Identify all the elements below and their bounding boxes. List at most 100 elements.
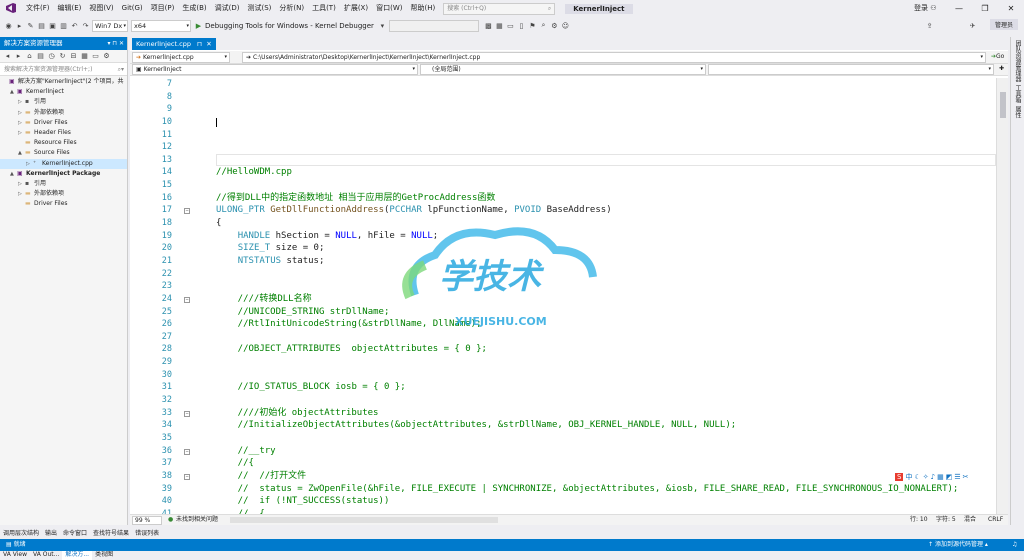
split-button[interactable]: ✚ bbox=[996, 64, 1008, 75]
menu-item[interactable]: 帮助(H) bbox=[406, 0, 439, 17]
code-line[interactable]: 15 bbox=[130, 179, 996, 192]
code-line[interactable]: 27 bbox=[130, 331, 996, 344]
code-line[interactable]: 36 − //__try bbox=[130, 445, 996, 458]
keyboard-icon[interactable]: ▦ bbox=[937, 473, 944, 481]
chevron-down-icon[interactable]: ▾ bbox=[378, 22, 387, 30]
ime-toolbar[interactable]: S 中 ☾ ✧ ♪ ▦ ◩ ☰ ✂ bbox=[895, 471, 970, 483]
search-input[interactable]: 搜索 (Ctrl+Q) ⌕ bbox=[443, 2, 556, 15]
menu-item[interactable]: 扩展(X) bbox=[340, 0, 372, 17]
code-line[interactable]: 8 bbox=[130, 91, 996, 104]
live-share-icon[interactable]: ⇪ bbox=[925, 22, 934, 30]
fold-toggle-icon[interactable]: − bbox=[184, 410, 190, 417]
menu-item[interactable]: 窗口(W) bbox=[372, 0, 406, 17]
file-select[interactable]: ➔ KernerlInject.cpp ▾ bbox=[132, 52, 230, 63]
save-all-icon[interactable]: ▥ bbox=[59, 22, 68, 30]
eol-indicator[interactable]: CRLF bbox=[988, 515, 1003, 525]
project-scope-select[interactable]: ▣ KernerlInject ▾ bbox=[132, 64, 418, 75]
code-line[interactable]: 10 bbox=[130, 116, 996, 129]
code-line[interactable]: 33 − ////初始化 objectAttributes bbox=[130, 407, 996, 420]
redo-icon[interactable]: ↷ bbox=[81, 22, 90, 30]
member-select[interactable]: ▾ bbox=[708, 64, 994, 75]
tools-icon[interactable]: ✂ bbox=[963, 473, 969, 481]
code-line[interactable]: 11 bbox=[130, 129, 996, 142]
explorer-search-input[interactable]: 搜索解决方案资源管理器(Ctrl+;) ⌕▾ bbox=[0, 63, 127, 76]
panel-buttons[interactable]: ▾ ⊓ ✕ bbox=[107, 37, 124, 50]
code-line[interactable]: 16 //得到DLL中的指定函数地址 相当于应用层的GetProcAddress函… bbox=[130, 192, 996, 205]
fold-toggle-icon[interactable]: − bbox=[184, 448, 190, 455]
code-line[interactable]: 34 //InitializeObjectAttributes(&objectA… bbox=[130, 419, 996, 432]
scrollbar-thumb[interactable] bbox=[1000, 92, 1006, 118]
expand-arrow-icon[interactable]: ▷ bbox=[18, 97, 25, 107]
code-line[interactable]: 22 bbox=[130, 268, 996, 281]
uncomment-icon[interactable]: ▯ bbox=[517, 22, 526, 30]
settings-icon[interactable]: ⚙ bbox=[550, 22, 559, 30]
side-tab[interactable]: 属性 bbox=[1013, 106, 1022, 118]
tree-item[interactable]: ▲ ▬ Source Files bbox=[0, 148, 127, 158]
voice-icon[interactable]: ♪ bbox=[931, 473, 935, 481]
refresh-icon[interactable]: ↻ bbox=[58, 52, 67, 60]
tree-item[interactable]: ▷ ▪ 引用 bbox=[0, 179, 127, 189]
tree-item[interactable]: ▬ Resource Files bbox=[0, 138, 127, 148]
menu-item[interactable]: 编辑(E) bbox=[54, 0, 86, 17]
zoom-select[interactable]: 99 % bbox=[132, 516, 162, 525]
panel-tab[interactable]: 解决方... bbox=[62, 550, 93, 560]
tree-item[interactable]: ▲ ▣ KernerlInject bbox=[0, 87, 127, 97]
code-line[interactable]: 29 bbox=[130, 356, 996, 369]
expand-arrow-icon[interactable]: ▷ bbox=[26, 159, 33, 169]
menu-item[interactable]: 视图(V) bbox=[85, 0, 117, 17]
tree-item[interactable]: ▷ ▬ 外部依赖项 bbox=[0, 189, 127, 199]
feedback-icon[interactable]: ☺ bbox=[561, 22, 570, 30]
feedback-pin-icon[interactable]: ✈ bbox=[968, 22, 977, 30]
chinese-mode-icon[interactable]: 中 bbox=[905, 472, 912, 482]
issues-status[interactable]: 未找到相关问题 bbox=[176, 515, 218, 525]
path-select[interactable]: ➔ C:\Users\Administrator\Desktop\Kernerl… bbox=[242, 52, 986, 63]
properties-icon[interactable]: ▦ bbox=[80, 52, 89, 60]
comment-icon[interactable]: ▭ bbox=[506, 22, 515, 30]
back-icon[interactable]: ◂ bbox=[3, 52, 12, 60]
forward-icon[interactable]: ▸ bbox=[14, 52, 23, 60]
code-line[interactable]: 31 //IO_STATUS_BLOCK iosb = { 0 }; bbox=[130, 381, 996, 394]
skin-icon[interactable]: ◩ bbox=[946, 473, 953, 481]
code-line[interactable]: 17 − ULONG_PTR GetDllFunctionAddress(PCCHA… bbox=[130, 204, 996, 217]
sogou-icon[interactable]: S bbox=[895, 473, 904, 481]
fold-toggle-icon[interactable]: − bbox=[184, 296, 190, 303]
tree-item[interactable]: ▲ ▣ KernerlInject Package bbox=[0, 169, 127, 179]
code-line[interactable]: 13 bbox=[130, 154, 996, 167]
code-line[interactable]: 38 − // //打开文件 bbox=[130, 470, 996, 483]
bottom-tab[interactable]: 输出 bbox=[45, 528, 57, 537]
tree-item[interactable]: ▣ 解决方案"KernerlInject"(2 个项目，共 bbox=[0, 77, 127, 87]
find-icon[interactable]: ⌕ bbox=[539, 21, 548, 30]
fold-toggle-icon[interactable]: − bbox=[184, 473, 190, 480]
global-scope-select[interactable]: (全局范围) ▾ bbox=[420, 64, 706, 75]
debugger-button[interactable]: Debugging Tools for Windows - Kernel Deb… bbox=[205, 22, 374, 30]
open-icon[interactable]: ▤ bbox=[37, 22, 46, 30]
code-line[interactable]: 14 //HelloWDM.cpp bbox=[130, 166, 996, 179]
expand-arrow-icon[interactable]: ▷ bbox=[18, 189, 25, 199]
source-control-button[interactable]: ↑ 添加到源代码管理 ▴ bbox=[928, 539, 988, 551]
code-line[interactable]: 19 HANDLE hSection = NULL, hFile = NULL; bbox=[130, 230, 996, 243]
undo-icon[interactable]: ↶ bbox=[70, 22, 79, 30]
tree-item[interactable]: ▷ ▬ Header Files bbox=[0, 128, 127, 138]
menu-item[interactable]: 文件(F) bbox=[22, 0, 54, 17]
tree-item[interactable]: ▷ ▬ 外部依赖项 bbox=[0, 108, 127, 118]
save-icon[interactable]: ▣ bbox=[48, 22, 57, 30]
panel-tab[interactable]: VA View bbox=[0, 550, 30, 560]
menu-item[interactable]: 分析(N) bbox=[275, 0, 308, 17]
code-text-area[interactable]: 7 8 9 10 11 12 13 14 //HelloWDM.cpp 15 16 //得到DLL中的… bbox=[130, 78, 996, 516]
bottom-tab[interactable]: 调用层次结构 bbox=[3, 528, 39, 537]
tree-item[interactable]: ▬ Driver Files bbox=[0, 199, 127, 209]
menu-icon[interactable]: ☰ bbox=[954, 473, 960, 481]
code-line[interactable]: 12 bbox=[130, 141, 996, 154]
switch-view-icon[interactable]: ▤ bbox=[36, 52, 45, 60]
expand-arrow-icon[interactable]: ▷ bbox=[18, 179, 25, 189]
code-line[interactable]: 32 bbox=[130, 394, 996, 407]
code-line[interactable]: 24 − ////转换DLL名称 bbox=[130, 293, 996, 306]
menu-item[interactable]: 生成(B) bbox=[178, 0, 210, 17]
bottom-tab[interactable]: 查找符号结果 bbox=[93, 528, 129, 537]
minimize-button[interactable]: — bbox=[946, 0, 972, 17]
code-line[interactable]: 26 //RtlInitUnicodeString(&strDllName, D… bbox=[130, 318, 996, 331]
close-icon[interactable]: ✕ bbox=[206, 40, 211, 48]
code-line[interactable]: 39 // status = ZwOpenFile(&hFile, FILE_E… bbox=[130, 483, 996, 496]
platform-select[interactable]: Win7 Dx ▾ bbox=[92, 19, 128, 32]
vs-logo-icon[interactable] bbox=[4, 2, 18, 16]
